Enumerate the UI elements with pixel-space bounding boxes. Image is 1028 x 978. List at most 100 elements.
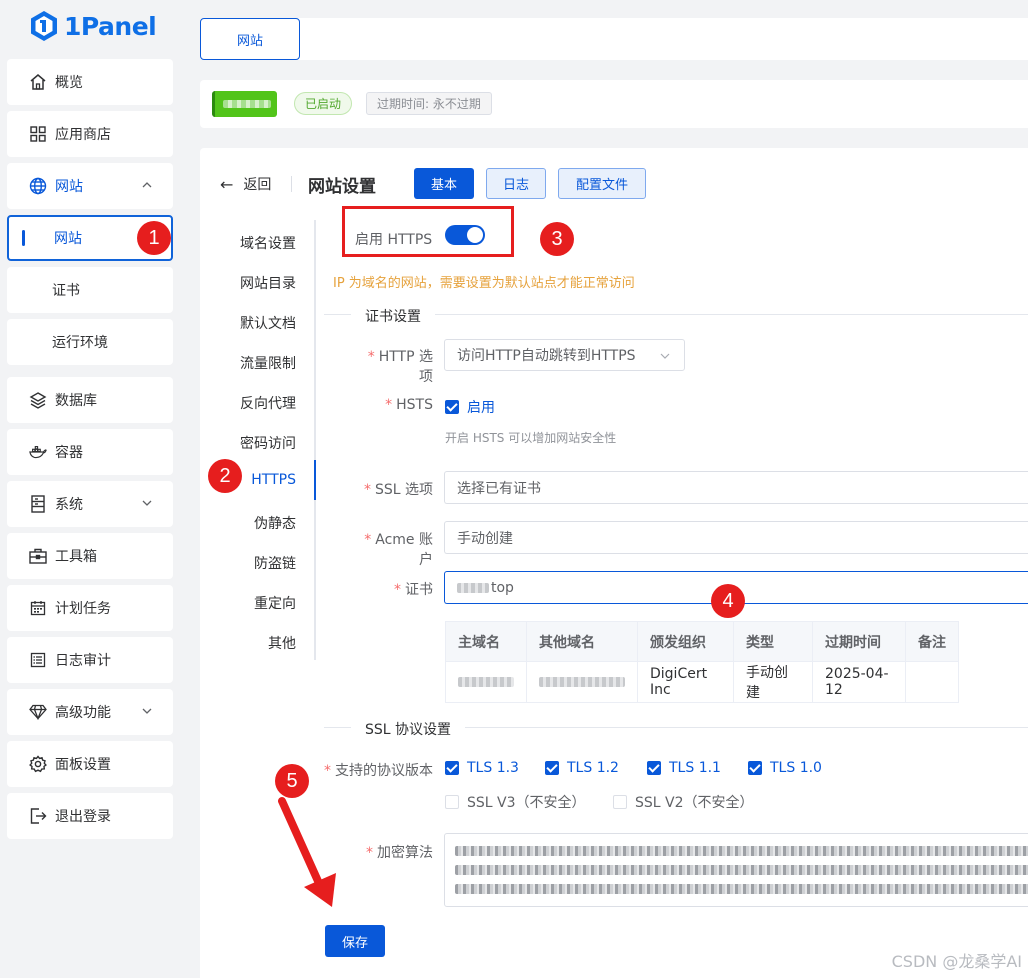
sidebar-item-toolbox[interactable]: 工具箱 (7, 533, 173, 579)
calendar-icon (29, 599, 47, 617)
ssl-protocol-section-title: SSL 协议设置 (351, 719, 466, 739)
acme-account-value: 手动创建 (457, 530, 513, 547)
tls11-label: TLS 1.1 (669, 760, 721, 776)
annotation-badge-3: 3 (540, 222, 574, 256)
redacted-site-name (223, 100, 271, 108)
site-status-bar: 已启动 过期时间: 永不过期 (200, 80, 1028, 128)
tls12-label: TLS 1.2 (567, 760, 619, 776)
menu-item-reverse-proxy[interactable]: 反向代理 (200, 393, 316, 413)
sidebar-item-app-store[interactable]: 应用商店 (7, 111, 173, 157)
sidebar-item-runtime[interactable]: 运行环境 (7, 319, 173, 365)
save-button[interactable]: 保存 (325, 925, 385, 957)
menu-item-redirect[interactable]: 重定向 (200, 593, 316, 613)
sidebar-item-label: 网站 (54, 231, 82, 247)
tab-config-file[interactable]: 配置文件 (558, 168, 646, 199)
cell-primary-domain (445, 661, 527, 703)
sidebar-item-certificates[interactable]: 证书 (7, 267, 173, 313)
redacted-cipher-line (455, 846, 1028, 856)
certificate-value: top (491, 579, 514, 596)
chevron-down-icon (142, 708, 152, 714)
menu-item-other[interactable]: 其他 (200, 633, 316, 653)
chevron-up-icon (142, 182, 152, 188)
menu-item-domain[interactable]: 域名设置 (200, 233, 316, 253)
acme-account-select[interactable]: 手动创建 (444, 521, 1028, 554)
cert-section-title: 证书设置 (351, 306, 435, 326)
tab-websites[interactable]: 网站 (200, 18, 300, 60)
sidebar-item-cron[interactable]: 计划任务 (7, 585, 173, 631)
tab-logs[interactable]: 日志 (486, 168, 546, 199)
menu-item-password-access[interactable]: 密码访问 (200, 433, 316, 453)
docker-icon (29, 443, 47, 461)
sidebar-item-containers[interactable]: 容器 (7, 429, 173, 475)
col-remark: 备注 (905, 621, 959, 662)
layers-icon (29, 391, 47, 409)
arrow-left-icon: ← (220, 174, 234, 194)
cell-expire: 2025-04-12 (812, 661, 906, 703)
ip-warning: IP 为域名的网站，需要设置为默认站点才能正常访问 (333, 276, 635, 291)
logo-icon (31, 11, 57, 41)
menu-item-anti-leech[interactable]: 防盗链 (200, 553, 316, 573)
tab-basic[interactable]: 基本 (414, 168, 474, 199)
toolbox-icon (29, 547, 47, 565)
back-label: 返回 (243, 177, 272, 193)
sslv3-label: SSL V3（不安全） (467, 795, 586, 811)
tls10-checkbox[interactable]: TLS 1.0 (748, 760, 822, 776)
redacted-domain (457, 582, 489, 593)
table-header-row: 主域名 其他域名 颁发组织 类型 过期时间 备注 (445, 621, 959, 662)
tls12-checkbox[interactable]: TLS 1.2 (545, 760, 619, 776)
grid-icon (29, 125, 47, 143)
menu-item-rewrite[interactable]: 伪静态 (200, 513, 316, 533)
sidebar-item-database[interactable]: 数据库 (7, 377, 173, 423)
sslv2-label: SSL V2（不安全） (635, 795, 754, 811)
cipher-textarea[interactable] (444, 833, 1028, 907)
menu-item-site-dir[interactable]: 网站目录 (200, 273, 316, 293)
logout-icon (29, 807, 47, 825)
acme-account-label: * Acme 账户 (364, 532, 433, 568)
ssl-option-value: 选择已有证书 (457, 480, 541, 497)
chevron-down-icon (660, 353, 670, 359)
sidebar-item-overview[interactable]: 概览 (7, 59, 173, 105)
tls13-checkbox[interactable]: TLS 1.3 (445, 760, 519, 776)
sidebar-item-label: 高级功能 (55, 705, 111, 721)
menu-item-rate-limit[interactable]: 流量限制 (200, 353, 316, 373)
sidebar-item-advanced[interactable]: 高级功能 (7, 689, 173, 735)
sidebar-item-websites-group[interactable]: 网站 (7, 163, 173, 209)
sidebar-item-label: 退出登录 (55, 809, 111, 825)
redacted-cipher-line (455, 865, 1028, 875)
checkbox-checked-icon (748, 761, 762, 775)
tls11-checkbox[interactable]: TLS 1.1 (647, 760, 721, 776)
status-badge: 已启动 (294, 92, 353, 115)
sidebar-item-system[interactable]: 系统 (7, 481, 173, 527)
sidebar-item-logs[interactable]: 日志审计 (7, 637, 173, 683)
back-button[interactable]: ← 返回 (220, 174, 271, 194)
http-option-select[interactable]: 访问HTTP自动跳转到HTTPS (444, 339, 685, 371)
checkbox-checked-icon (647, 761, 661, 775)
table-row[interactable]: DigiCert Inc 手动创建 2025-04-12 (445, 661, 959, 703)
http-option-value: 访问HTTP自动跳转到HTTPS (457, 348, 636, 364)
protocol-versions-label: * 支持的协议版本 (324, 763, 433, 779)
menu-item-default-doc[interactable]: 默认文档 (200, 313, 316, 333)
sidebar-item-logout[interactable]: 退出登录 (7, 793, 173, 839)
site-name-tag[interactable] (212, 91, 277, 117)
logo-text: 1Panel (64, 11, 157, 41)
ssl-option-label: * SSL 选项 (363, 482, 433, 498)
header-divider (291, 176, 292, 192)
sidebar-item-label: 计划任务 (55, 601, 111, 617)
annotation-arrow-icon (278, 797, 336, 907)
sidebar-item-label: 证书 (52, 283, 80, 299)
server-icon (29, 495, 47, 513)
sslv2-checkbox[interactable]: SSL V2（不安全） (613, 792, 754, 812)
hsts-hint: 开启 HSTS 可以增加网站安全性 (445, 431, 617, 445)
chevron-down-icon (142, 500, 152, 506)
hsts-checkbox[interactable]: 启用 (445, 397, 495, 417)
cell-issuer: DigiCert Inc (637, 661, 734, 703)
sidebar: 1Panel 概览 应用商店 网站 网站 证书 运行环境 数据库 容器 系统 工… (0, 0, 180, 978)
ssl-option-select[interactable]: 选择已有证书 (444, 471, 1028, 504)
sidebar-item-label: 运行环境 (52, 335, 108, 351)
sidebar-item-panel-settings[interactable]: 面板设置 (7, 741, 173, 787)
sslv3-checkbox[interactable]: SSL V3（不安全） (445, 792, 586, 812)
app-logo[interactable]: 1Panel (30, 8, 157, 44)
checkbox-unchecked-icon (445, 795, 459, 809)
sidebar-item-label: 网站 (55, 179, 83, 195)
cell-other-domains (526, 661, 638, 703)
